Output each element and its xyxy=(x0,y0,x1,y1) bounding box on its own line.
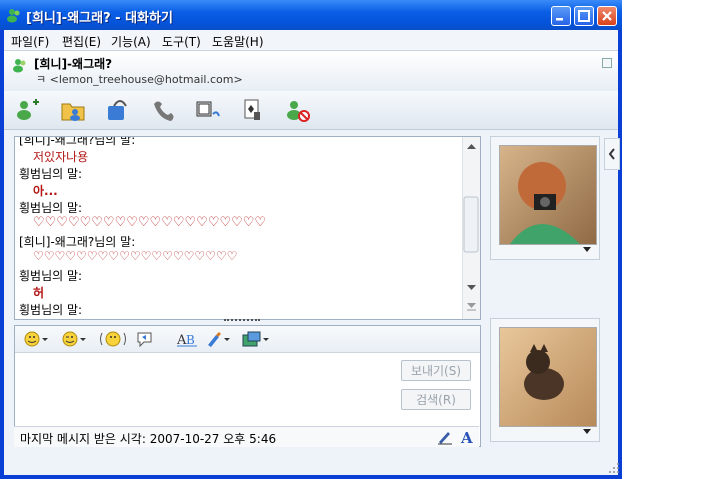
maximize-button[interactable] xyxy=(574,6,594,26)
close-icon xyxy=(602,11,612,21)
menu-edit[interactable]: 편집(E) xyxy=(62,33,101,50)
my-picture-options-arrow[interactable] xyxy=(583,429,591,434)
send-button[interactable]: 보내기(S) xyxy=(401,360,471,381)
svg-text:B: B xyxy=(186,333,195,347)
message-body: 아... xyxy=(33,184,58,198)
contact-header: [희니]-왜그래? ㅋ <lemon_treehouse@hotmail.com… xyxy=(4,51,618,91)
voice-icon[interactable] xyxy=(104,96,132,124)
maximize-icon xyxy=(578,10,590,22)
display-picture-icon[interactable] xyxy=(241,330,271,348)
window-client-area: 파일(F) 편집(E) 기능(A) 도구(T) 도움말(H) [희니]-왜그래?… xyxy=(4,30,620,475)
resize-grip-icon[interactable] xyxy=(608,462,620,474)
message-sender: [희니]-왜그래?님의 말: xyxy=(19,136,136,147)
contact-email: ㅋ <lemon_treehouse@hotmail.com> xyxy=(36,73,243,86)
conversation-scrollbar[interactable] xyxy=(462,137,480,319)
send-files-icon[interactable] xyxy=(59,96,87,124)
contact-display-picture[interactable] xyxy=(499,145,597,245)
last-message-time: 마지막 메시지 받은 시각: 2007-10-27 오후 5:46 xyxy=(20,432,277,446)
handwriting-icon[interactable] xyxy=(436,428,454,446)
menu-actions[interactable]: 기능(A) xyxy=(111,33,151,50)
background-brush-icon[interactable] xyxy=(205,330,231,348)
messenger-buddy-icon xyxy=(7,9,20,23)
action-toolbar xyxy=(4,91,618,130)
pane-splitter[interactable] xyxy=(224,319,260,324)
contact-display-picture-frame xyxy=(490,136,600,260)
scroll-end-icon[interactable] xyxy=(467,303,476,308)
message-body: 저있자나용 xyxy=(33,150,89,164)
message-body: ♡♡♡♡♡♡♡♡♡♡♡♡♡♡♡♡♡♡♡ xyxy=(33,249,238,263)
minimize-button[interactable] xyxy=(551,6,571,26)
expand-side-panel-button[interactable] xyxy=(604,138,620,170)
chat-window: [희니]-왜그래? - 대화하기 파일(F) 편집(E) 기능(A) 도구(T)… xyxy=(0,0,622,479)
wink-icon[interactable] xyxy=(61,330,89,348)
search-button[interactable]: 검색(R) xyxy=(401,389,471,410)
scroll-thumb[interactable] xyxy=(463,196,479,253)
contact-name: [희니]-왜그래? xyxy=(34,57,113,71)
conversation-history[interactable]: [희니]-왜그래?님의 말: 저있자나용 힁범님의 말: 아... 힁범님의 말… xyxy=(14,136,481,320)
close-button[interactable] xyxy=(597,6,617,26)
contact-status-icon xyxy=(13,59,26,73)
message-sender: 힁범님의 말: xyxy=(19,167,83,181)
minimize-icon xyxy=(556,18,563,21)
nudge-icon[interactable] xyxy=(99,330,127,348)
message-sender: 힁범님의 말: xyxy=(19,303,83,317)
invite-icon[interactable] xyxy=(14,96,42,124)
block-icon[interactable] xyxy=(284,96,312,124)
message-sender: 힁범님의 말: xyxy=(19,269,83,283)
menu-help[interactable]: 도움말(H) xyxy=(212,33,264,50)
window-title: [희니]-왜그래? - 대화하기 xyxy=(26,11,173,26)
message-body: ♡♡♡♡♡♡♡♡♡♡♡♡♡♡♡♡♡♡♡♡ xyxy=(33,215,267,230)
video-icon[interactable] xyxy=(194,96,222,124)
picture-options-arrow[interactable] xyxy=(583,247,591,252)
title-bar[interactable]: [희니]-왜그래? - 대화하기 xyxy=(0,0,622,30)
menu-tools[interactable]: 도구(T) xyxy=(162,33,201,50)
message-sender: [희니]-왜그래?님의 말: xyxy=(19,235,136,249)
voice-clip-icon[interactable] xyxy=(135,330,155,348)
chevron-left-icon xyxy=(608,148,615,160)
status-bar: 마지막 메시지 받은 시각: 2007-10-27 오후 5:46 A xyxy=(14,426,479,447)
collapse-header-button[interactable] xyxy=(602,58,612,68)
emoticon-icon[interactable] xyxy=(23,330,51,348)
my-display-picture-frame xyxy=(490,318,600,442)
my-display-picture[interactable] xyxy=(499,327,597,427)
games-icon[interactable] xyxy=(239,96,267,124)
display-pictures-column xyxy=(486,136,603,442)
message-sender: 힁범님의 말: xyxy=(19,201,83,215)
phone-icon[interactable] xyxy=(149,96,177,124)
message-body: 허 xyxy=(33,286,45,300)
text-format-icon[interactable]: A xyxy=(458,428,476,446)
menu-bar: 파일(F) 편집(E) 기능(A) 도구(T) 도움말(H) xyxy=(4,30,618,51)
format-toolbar: AB xyxy=(15,326,480,353)
font-icon[interactable]: AB xyxy=(175,330,199,348)
svg-text:A: A xyxy=(460,429,473,446)
scroll-up-icon[interactable] xyxy=(467,144,476,149)
menu-file[interactable]: 파일(F) xyxy=(11,33,49,50)
scroll-down-icon[interactable] xyxy=(467,285,476,290)
